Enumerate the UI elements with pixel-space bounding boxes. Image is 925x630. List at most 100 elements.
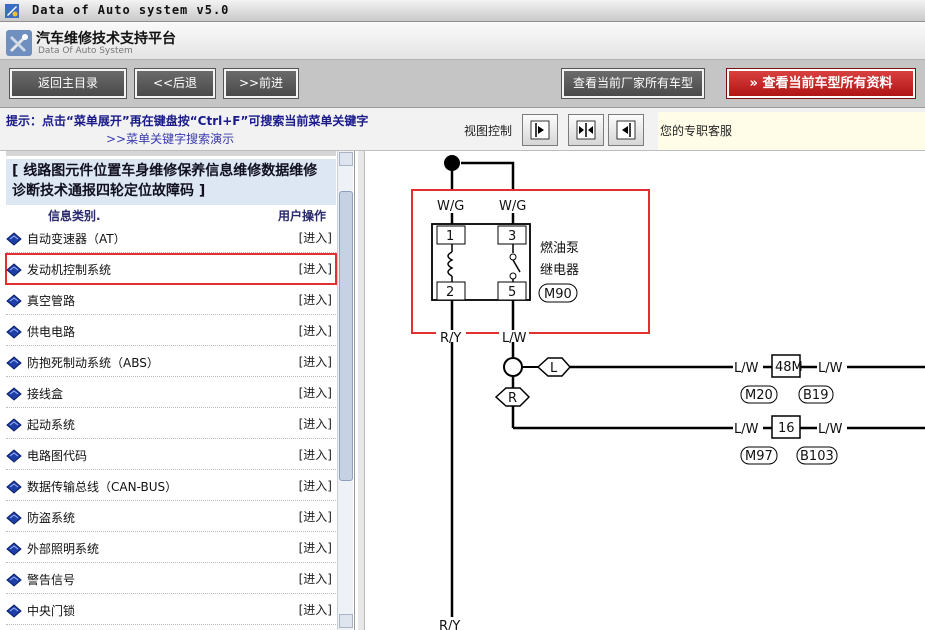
book-icon — [6, 573, 22, 587]
enter-link[interactable]: [进入] — [299, 353, 332, 370]
connector-code: M97 — [745, 449, 773, 464]
list-item[interactable]: 警告信号 [进入] — [6, 564, 336, 594]
enter-link[interactable]: [进入] — [299, 446, 332, 463]
wiring-diagram: W/G W/G 1 3 2 5 燃油泵 继电器 M90 R/Y L/W L R … — [411, 155, 925, 630]
brand-title: 汽车维修技术支持平台 — [36, 31, 176, 47]
diagram-splitter[interactable] — [358, 151, 365, 630]
enter-link[interactable]: [进入] — [299, 229, 332, 246]
view-expand-right-button[interactable] — [522, 114, 558, 146]
book-icon — [6, 449, 22, 463]
wire-label: L/W — [734, 361, 759, 376]
list-item[interactable]: 防抱死制动系统（ABS） [进入] — [6, 347, 336, 377]
list-item-label: 中央门锁 — [27, 604, 76, 618]
list-item[interactable]: 中央门锁 [进入] — [6, 595, 336, 625]
arrow-right-icon — [530, 120, 550, 140]
toolbar: 返回主目录 <<后退 >>前进 查看当前厂家所有车型 » 查看当前车型所有资料 — [0, 60, 925, 108]
search-hint: 提示：点击“菜单展开”再在键盘按“Ctrl+F”可搜索当前菜单关键字 — [6, 114, 369, 128]
book-icon — [6, 511, 22, 525]
enter-link[interactable]: [进入] — [299, 508, 332, 525]
list-item[interactable]: 真空管路 [进入] — [6, 285, 336, 315]
wire-label: L/W — [818, 361, 843, 376]
connector-code: B103 — [800, 449, 834, 464]
tools-logo-icon — [6, 30, 32, 56]
view-expand-left-button[interactable] — [608, 114, 644, 146]
connector-label: R — [508, 391, 517, 406]
book-icon — [6, 232, 22, 246]
enter-link[interactable]: [进入] — [299, 384, 332, 401]
relay-name: 燃油泵 — [540, 240, 579, 256]
enter-link[interactable]: [进入] — [299, 477, 332, 494]
pin-label: 5 — [508, 285, 516, 300]
split-view-icon — [576, 120, 596, 140]
wire-label: L/W — [734, 422, 759, 437]
list-item[interactable]: 发动机控制系统 [进入] — [5, 253, 337, 285]
connector-number: 16 — [778, 421, 795, 436]
coil-symbol — [447, 251, 454, 277]
list-item[interactable]: 自动变速器（AT） [进入] — [6, 223, 336, 253]
enter-link[interactable]: [进入] — [299, 291, 332, 308]
back-button[interactable]: <<后退 — [134, 68, 216, 99]
list-item[interactable]: 数据传输总线（CAN-BUS） [进入] — [6, 471, 336, 501]
wire-label: W/G — [499, 199, 526, 214]
scroll-thumb[interactable] — [339, 191, 353, 481]
scroll-up-button[interactable] — [339, 152, 353, 166]
list-item[interactable]: 电路图代码 [进入] — [6, 440, 336, 470]
connector-code: B19 — [803, 388, 828, 403]
list-item[interactable]: 起动系统 [进入] — [6, 409, 336, 439]
brand-subtitle: Data Of Auto System — [38, 46, 133, 56]
list-item[interactable]: 接线盒 [进入] — [6, 378, 336, 408]
book-icon — [6, 325, 22, 339]
search-demo-link[interactable]: >>菜单关键字搜索演示 — [106, 130, 234, 147]
view-all-data-button[interactable]: » 查看当前车型所有资料 — [726, 68, 916, 99]
title-bar: Data of Auto system v5.0 — [0, 0, 925, 22]
list-item-label: 防抱死制动系统（ABS） — [27, 356, 159, 370]
enter-link[interactable]: [进入] — [299, 415, 332, 432]
category-panel: [ 线路图元件位置车身维修保养信息维修数据维修诊断技术通报四轮定位故障码 ] 信… — [0, 151, 355, 630]
wire-label: L/W — [818, 422, 843, 437]
scrollbar[interactable] — [337, 151, 353, 630]
enter-link[interactable]: [进入] — [299, 539, 332, 556]
view-all-models-button[interactable]: 查看当前厂家所有车型 — [561, 68, 705, 99]
enter-link[interactable]: [进入] — [299, 260, 332, 277]
app-icon — [5, 4, 19, 18]
connector-code: M20 — [745, 388, 773, 403]
relay-code: M90 — [544, 287, 572, 302]
wiring-diagram-panel: W/G W/G 1 3 2 5 燃油泵 继电器 M90 R/Y L/W L R … — [358, 151, 925, 630]
support-label: 您的专职客服 — [660, 124, 733, 138]
hint-bar: 提示：点击“菜单展开”再在键盘按“Ctrl+F”可搜索当前菜单关键字 >>菜单关… — [0, 108, 925, 151]
back-to-main-button[interactable]: 返回主目录 — [9, 68, 127, 99]
arrow-left-icon — [616, 120, 636, 140]
power-node — [444, 155, 460, 171]
panel-top-strip — [6, 151, 336, 156]
connector-label: L — [550, 361, 558, 376]
view-split-button[interactable] — [568, 114, 604, 146]
column-header-category: 信息类别. — [48, 209, 101, 223]
scroll-down-button[interactable] — [339, 614, 353, 628]
list-item-label: 自动变速器（AT） — [27, 232, 126, 246]
list-item[interactable]: 供电电路 [进入] — [6, 316, 336, 346]
breadcrumb: [ 线路图元件位置车身维修保养信息维修数据维修诊断技术通报四轮定位故障码 ] — [6, 159, 336, 205]
list-item-label: 供电电路 — [27, 325, 76, 339]
book-icon — [6, 263, 22, 277]
book-icon — [6, 418, 22, 432]
view-all-data-label: 查看当前车型所有资料 — [762, 76, 893, 91]
list-item-label: 防盗系统 — [27, 511, 76, 525]
wire-label: R/Y — [439, 619, 460, 630]
book-icon — [6, 480, 22, 494]
connector-number: 48M — [775, 360, 803, 375]
pin-label: 3 — [508, 229, 516, 244]
enter-link[interactable]: [进入] — [299, 570, 332, 587]
column-header-action: 用户操作 — [278, 209, 327, 223]
wire-label: R/Y — [440, 331, 461, 346]
switch-contact — [512, 259, 521, 273]
forward-button[interactable]: >>前进 — [223, 68, 299, 99]
list-item[interactable]: 外部照明系统 [进入] — [6, 533, 336, 563]
enter-link[interactable]: [进入] — [299, 322, 332, 339]
pin-label: 1 — [446, 229, 454, 244]
enter-link[interactable]: [进入] — [299, 601, 332, 618]
list-item[interactable]: 防盗系统 [进入] — [6, 502, 336, 532]
support-panel: 您的专职客服 — [658, 112, 925, 150]
view-control-label: 视图控制 — [464, 124, 513, 138]
brand-header: 汽车维修技术支持平台 Data Of Auto System — [0, 22, 925, 60]
list-item-label: 起动系统 — [27, 418, 76, 432]
